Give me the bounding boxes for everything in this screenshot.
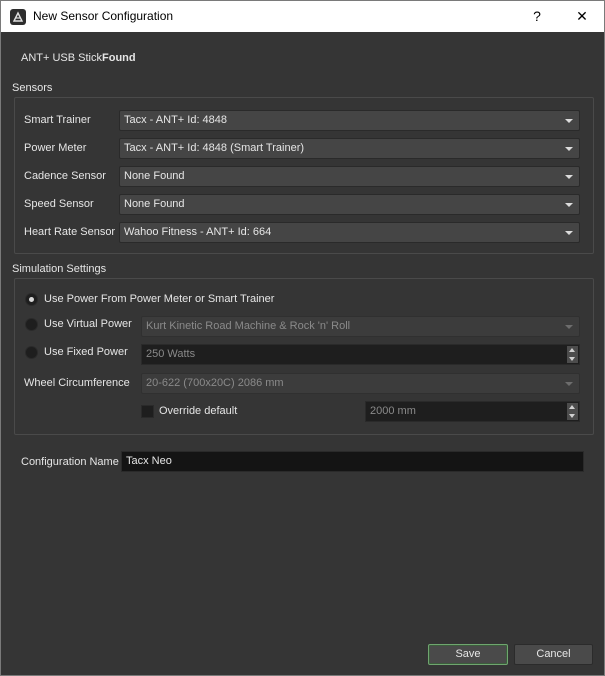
override-default-label[interactable]: Override default [159,405,237,417]
chevron-down-icon [565,175,573,179]
override-default-checkbox[interactable] [141,405,154,418]
fixed-power-spinbox[interactable]: 250 Watts [141,344,580,365]
smart-trainer-value: Tacx - ANT+ Id: 4848 [124,114,228,126]
spin-up-icon[interactable] [569,348,575,352]
close-button[interactable]: ✕ [560,1,604,32]
spin-buttons[interactable] [567,346,578,363]
override-value: 2000 mm [370,405,416,417]
use-virtual-power-radio[interactable] [25,318,38,331]
title-bar: New Sensor Configuration ? ✕ [1,1,604,32]
ant-stick-status: Found [102,52,136,64]
cancel-button[interactable]: Cancel [514,644,593,665]
cadence-sensor-value: None Found [124,170,185,182]
help-button[interactable]: ? [515,1,559,32]
app-icon [10,9,26,25]
use-power-label[interactable]: Use Power From Power Meter or Smart Trai… [44,293,274,305]
chevron-down-icon [565,203,573,207]
configuration-name-value: Tacx Neo [126,455,172,467]
heart-rate-sensor-label: Heart Rate Sensor [24,226,116,238]
cadence-sensor-label: Cadence Sensor [24,170,106,182]
use-fixed-power-radio[interactable] [25,346,38,359]
speed-sensor-select[interactable]: None Found [119,194,580,215]
speed-sensor-label: Speed Sensor [24,198,94,210]
smart-trainer-label: Smart Trainer [24,114,91,126]
use-fixed-power-label[interactable]: Use Fixed Power [44,346,128,358]
save-button[interactable]: Save [428,644,508,665]
power-meter-select[interactable]: Tacx - ANT+ Id: 4848 (Smart Trainer) [119,138,580,159]
cadence-sensor-select[interactable]: None Found [119,166,580,187]
smart-trainer-select[interactable]: Tacx - ANT+ Id: 4848 [119,110,580,131]
power-meter-label: Power Meter [24,142,87,154]
window-title: New Sensor Configuration [33,9,174,23]
speed-sensor-value: None Found [124,198,185,210]
configuration-name-input[interactable]: Tacx Neo [121,451,584,472]
spin-down-icon[interactable] [569,357,575,361]
virtual-power-select[interactable]: Kurt Kinetic Road Machine & Rock 'n' Rol… [141,316,580,337]
use-virtual-power-label[interactable]: Use Virtual Power [44,318,132,330]
dialog-window: New Sensor Configuration ? ✕ ANT+ USB St… [0,0,605,676]
power-meter-value: Tacx - ANT+ Id: 4848 (Smart Trainer) [124,142,305,154]
wheel-circumference-select[interactable]: 20-622 (700x20C) 2086 mm [141,373,580,394]
spin-up-icon[interactable] [569,405,575,409]
chevron-down-icon [565,147,573,151]
fixed-power-value: 250 Watts [146,348,196,360]
chevron-down-icon [565,382,573,386]
wheel-circumference-value: 20-622 (700x20C) 2086 mm [146,377,284,389]
wheel-circumference-label: Wheel Circumference [24,377,130,389]
heart-rate-sensor-value: Wahoo Fitness - ANT+ Id: 664 [124,226,272,238]
sensors-group-title: Sensors [12,82,53,94]
simulation-group-title: Simulation Settings [12,263,107,275]
chevron-down-icon [565,325,573,329]
spin-buttons[interactable] [567,403,578,420]
use-power-radio[interactable] [25,293,38,306]
configuration-name-label: Configuration Name [21,456,119,468]
ant-stick-label: ANT+ USB Stick [21,52,102,64]
virtual-power-value: Kurt Kinetic Road Machine & Rock 'n' Rol… [146,320,351,332]
chevron-down-icon [565,119,573,123]
close-icon: ✕ [576,8,588,24]
spin-down-icon[interactable] [569,414,575,418]
chevron-down-icon [565,231,573,235]
heart-rate-sensor-select[interactable]: Wahoo Fitness - ANT+ Id: 664 [119,222,580,243]
override-value-spinbox[interactable]: 2000 mm [365,401,580,422]
